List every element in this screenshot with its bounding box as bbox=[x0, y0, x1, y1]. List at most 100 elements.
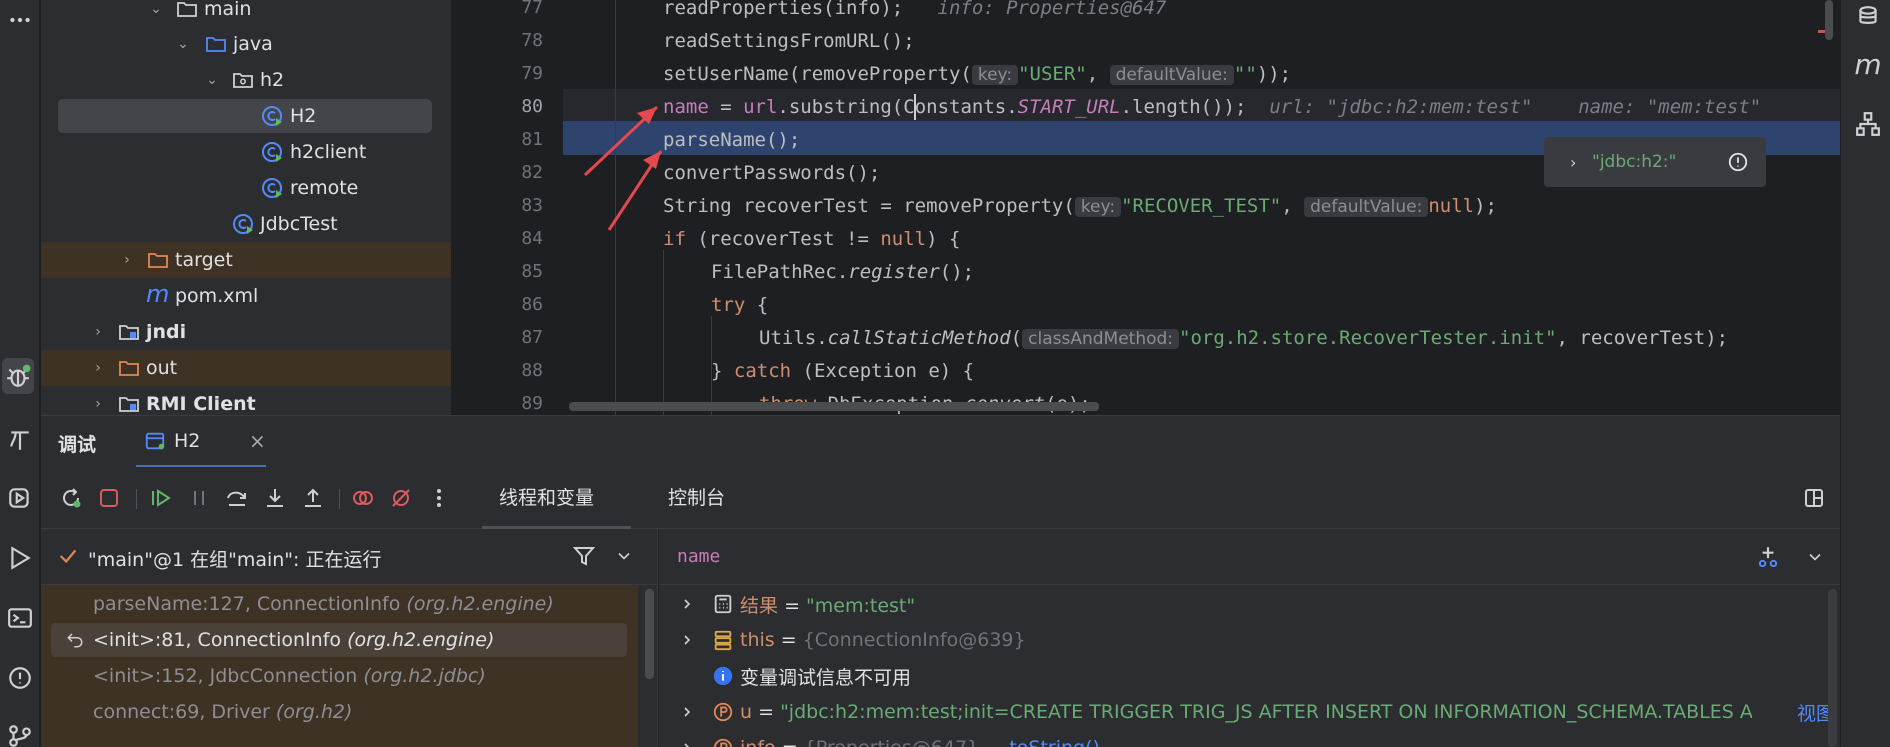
watch-expression-input[interactable]: name bbox=[677, 546, 720, 567]
more-vertical-icon[interactable] bbox=[424, 483, 454, 513]
frames-scrollbar[interactable] bbox=[645, 589, 654, 679]
inline-debug-value: info: Properties@647 bbox=[937, 0, 1167, 19]
run-icon[interactable] bbox=[0, 540, 40, 576]
editor-vscrollbar[interactable] bbox=[1825, 0, 1833, 40]
mute-breakpoints-icon[interactable] bbox=[386, 483, 416, 513]
thread-selector[interactable]: "main"@1 在组"main": 正在运行 bbox=[41, 529, 658, 585]
resume-icon[interactable] bbox=[146, 483, 176, 513]
line-number: 78 bbox=[521, 30, 543, 51]
line-number: 85 bbox=[521, 261, 543, 282]
editor-hscrollbar[interactable] bbox=[569, 402, 1099, 411]
maven-icon[interactable]: m bbox=[1848, 46, 1888, 82]
session-tab-label: H2 bbox=[174, 430, 201, 452]
chevron-down-icon[interactable]: ⌄ bbox=[148, 1, 164, 17]
add-watch-icon[interactable] bbox=[1755, 544, 1781, 570]
terminal-icon[interactable] bbox=[0, 600, 40, 636]
code-line-83: String recoverTest = removeProperty(key:… bbox=[663, 195, 1497, 217]
info-circle-icon[interactable] bbox=[1727, 151, 1749, 173]
code-line-84: if (recoverTest != null) { bbox=[663, 228, 961, 250]
tree-item-target[interactable]: › target bbox=[41, 242, 451, 278]
code-line-81: parseName(); bbox=[663, 129, 801, 151]
stack-frame[interactable]: connect:69, Driver (org.h2) bbox=[41, 694, 638, 730]
tree-item-rmi-client[interactable]: › RMI Client bbox=[41, 386, 451, 415]
variables-panel: name 结果 = "mem:test" this = {ConnectionI… bbox=[659, 529, 1840, 747]
parameter-hint: key: bbox=[1074, 197, 1122, 217]
runnable-class-icon bbox=[262, 142, 282, 162]
filter-icon[interactable] bbox=[572, 544, 596, 568]
tree-item-remote[interactable]: remote bbox=[41, 170, 451, 206]
view-breakpoints-icon[interactable] bbox=[348, 483, 378, 513]
stack-frame[interactable]: <init>:152, JdbcConnection (org.h2.jdbc) bbox=[41, 658, 638, 694]
debug-toolbar: 线程和变量 控制台 bbox=[41, 467, 1840, 529]
tree-item-h2-package[interactable]: ⌄ h2 bbox=[41, 62, 451, 98]
stack-frame[interactable]: parseName:127, ConnectionInfo (org.h2.en… bbox=[41, 586, 638, 622]
return-arrow-icon bbox=[67, 633, 83, 648]
session-tab-H2[interactable]: H2 × bbox=[136, 416, 266, 468]
problems-icon[interactable] bbox=[0, 660, 40, 696]
chevron-right-icon[interactable]: › bbox=[1570, 153, 1576, 172]
step-over-icon[interactable] bbox=[222, 483, 252, 513]
pause-icon[interactable] bbox=[184, 483, 214, 513]
more-icon[interactable] bbox=[0, 2, 40, 38]
tree-item-label: target bbox=[175, 249, 233, 271]
line-number: 82 bbox=[521, 162, 543, 183]
close-icon[interactable]: × bbox=[249, 429, 266, 453]
tree-item-main[interactable]: ⌄ main bbox=[41, 0, 451, 27]
chevron-right-icon[interactable] bbox=[679, 596, 695, 612]
line-number: 83 bbox=[521, 195, 543, 216]
tostring-link[interactable]: toString() bbox=[1009, 737, 1100, 747]
tree-item-h2client[interactable]: h2client bbox=[41, 134, 451, 170]
services-icon[interactable] bbox=[0, 480, 40, 516]
tree-item-H2[interactable]: H2 bbox=[41, 98, 451, 134]
variables-scrollbar[interactable] bbox=[1828, 589, 1837, 747]
tree-item-label: jndi bbox=[146, 321, 187, 343]
chevron-down-icon[interactable]: ⌄ bbox=[204, 72, 220, 88]
chevron-right-icon[interactable]: › bbox=[90, 396, 106, 412]
chevron-down-icon[interactable] bbox=[1805, 547, 1825, 567]
profiler-icon[interactable] bbox=[0, 422, 40, 458]
tree-item-label: main bbox=[204, 0, 252, 20]
tree-item-label: RMI Client bbox=[146, 393, 256, 415]
watch-expression-bar[interactable]: name bbox=[659, 529, 1840, 585]
calculator-icon bbox=[714, 594, 732, 614]
chevron-right-icon[interactable] bbox=[679, 632, 695, 648]
rerun-icon[interactable] bbox=[56, 483, 86, 513]
activity-bar bbox=[0, 0, 40, 747]
code-line-78: readSettingsFromURL(); bbox=[663, 30, 915, 52]
tree-item-java[interactable]: ⌄ java bbox=[41, 26, 451, 62]
code-line-85: FilePathRec.register(); bbox=[711, 261, 975, 283]
tree-item-out[interactable]: › out bbox=[41, 350, 451, 386]
tree-item-label: remote bbox=[290, 177, 359, 199]
chevron-right-icon[interactable] bbox=[679, 740, 695, 747]
chevron-down-icon[interactable] bbox=[614, 546, 634, 566]
chevron-right-icon[interactable]: › bbox=[90, 360, 106, 376]
line-number: 88 bbox=[521, 360, 543, 381]
variable-row-u[interactable]: u = "jdbc:h2:mem:test;init=CREATE TRIGGE… bbox=[659, 694, 1840, 730]
tab-console[interactable]: 控制台 bbox=[631, 467, 741, 529]
debug-bug-icon[interactable] bbox=[2, 358, 34, 394]
tree-item-label: java bbox=[233, 33, 273, 55]
chevron-right-icon[interactable]: › bbox=[119, 252, 135, 268]
line-number: 81 bbox=[521, 129, 543, 150]
step-out-icon[interactable] bbox=[298, 483, 328, 513]
layout-settings-icon[interactable] bbox=[1799, 483, 1829, 513]
tree-item-JdbcTest[interactable]: JdbcTest bbox=[41, 206, 451, 242]
stop-icon[interactable] bbox=[94, 483, 124, 513]
value-tooltip[interactable]: › "jdbc:h2:" bbox=[1544, 137, 1766, 187]
chevron-right-icon[interactable]: › bbox=[90, 324, 106, 340]
step-into-icon[interactable] bbox=[260, 483, 290, 513]
git-icon[interactable] bbox=[0, 718, 40, 747]
code-editor[interactable]: 77 78 79 80 81 82 83 84 85 86 87 88 89 r… bbox=[451, 0, 1840, 415]
code-line-79: setUserName(removeProperty(key: "USER", d… bbox=[663, 63, 1292, 85]
chevron-right-icon[interactable] bbox=[679, 704, 695, 720]
stack-frame-selected[interactable]: <init>:81, ConnectionInfo (org.h2.engine… bbox=[41, 622, 638, 658]
tree-item-jndi[interactable]: › jndi bbox=[41, 314, 451, 350]
database-icon[interactable] bbox=[1848, 0, 1888, 36]
toolbar-separator bbox=[136, 489, 137, 509]
chevron-down-icon[interactable]: ⌄ bbox=[175, 36, 191, 52]
structure-icon[interactable] bbox=[1848, 106, 1888, 142]
tree-item-label: h2 bbox=[260, 69, 285, 91]
tab-threads-variables[interactable]: 线程和变量 bbox=[482, 467, 631, 529]
tree-item-pom[interactable]: m pom.xml bbox=[41, 278, 451, 314]
parameter-hint: classAndMethod: bbox=[1022, 329, 1180, 349]
